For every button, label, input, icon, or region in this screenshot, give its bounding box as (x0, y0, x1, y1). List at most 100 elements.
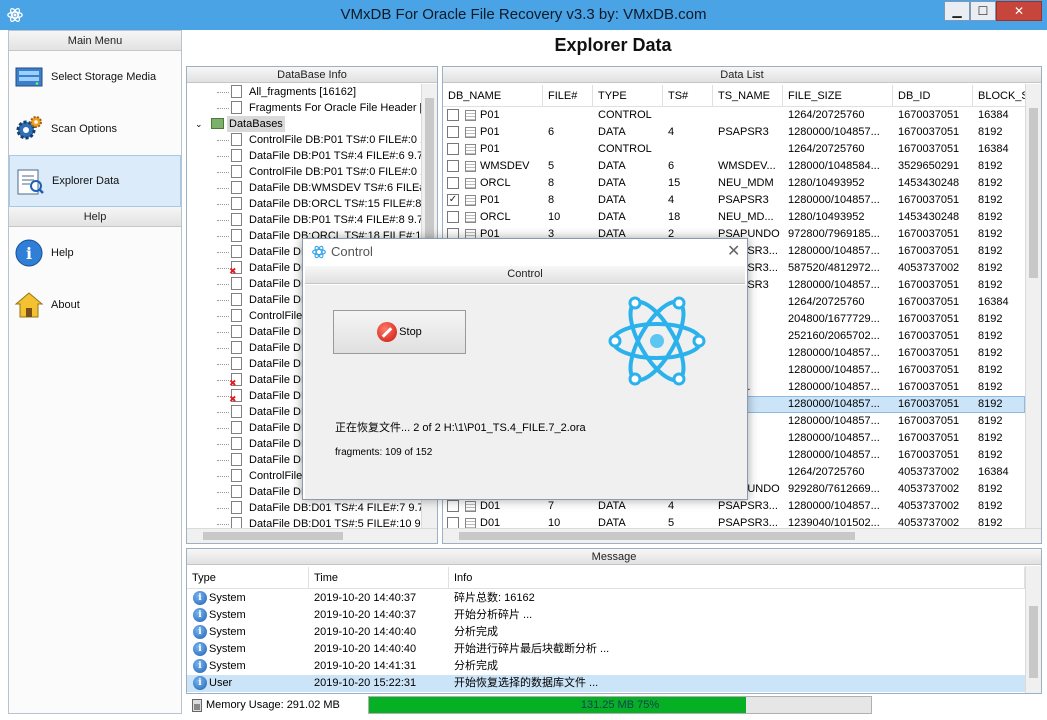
table-cell: P01 (480, 194, 500, 206)
tree-expand-icon[interactable]: ⌄ (195, 116, 203, 132)
file-icon (231, 229, 242, 242)
tree-node-label: Fragments For Oracle File Header [5 (249, 102, 421, 114)
title-bar[interactable]: VMxDB For Oracle File Recovery v3.3 by: … (0, 0, 1047, 30)
row-checkbox[interactable] (447, 211, 459, 223)
tree-node-label: DataFile DB (249, 278, 309, 290)
database-info-header: DataBase Info (187, 67, 437, 83)
column-header[interactable]: DB_NAME (443, 85, 543, 107)
nav-help[interactable]: i Help (9, 227, 181, 279)
table-cell: 1280/10493952 (788, 211, 865, 223)
message-row[interactable]: i System 2019-10-20 14:40:37 碎片总数: 16162 (187, 590, 1025, 607)
tree-node[interactable]: DataFile DB:P01 TS#:4 FILE#:6 9.7 (187, 148, 421, 164)
message-row[interactable]: i User 2019-10-20 15:22:31 开始恢复选择的数据库文件 ... (187, 675, 1025, 692)
nav-about[interactable]: About (9, 279, 181, 331)
message-row[interactable]: i System 2019-10-20 14:41:31 分析完成 (187, 658, 1025, 675)
message-col-type[interactable]: Type (187, 567, 309, 589)
table-cell: 16384 (978, 143, 1009, 155)
file-icon (231, 165, 242, 178)
nav-help-label: Help (51, 247, 74, 259)
info-icon: i (193, 591, 207, 605)
message-time: 2019-10-20 14:40:40 (314, 643, 417, 655)
tree-node-label: DataFile DB (249, 358, 309, 370)
info-icon: i (15, 239, 43, 267)
message-type: System (209, 660, 246, 672)
nav-explorer-data[interactable]: Explorer Data (9, 155, 181, 207)
database-icon (211, 118, 224, 129)
row-checkbox[interactable] (447, 177, 459, 189)
message-panel: Message Type Time Info i System 2019-10-20… (186, 548, 1042, 694)
message-info: 开始分析碎片 ... (454, 609, 533, 621)
message-info: 分析完成 (454, 626, 498, 638)
table-cell: 8 (548, 194, 555, 206)
message-row[interactable]: i System 2019-10-20 14:40:37 开始分析碎片 ... (187, 607, 1025, 624)
message-type: System (209, 609, 246, 621)
table-cell (718, 107, 782, 124)
row-checkbox[interactable] (447, 126, 459, 138)
table-cell (548, 141, 592, 158)
tree-node-label: DataFile DB (249, 374, 309, 386)
row-checkbox[interactable]: ✓ (447, 194, 459, 206)
tree-vertical-scroll-thumb[interactable] (425, 98, 434, 238)
row-checkbox[interactable] (447, 143, 459, 155)
column-header[interactable]: BLOCK_SI (973, 85, 1033, 107)
tree-node[interactable]: DataFile DB:WMSDEV TS#:6 FILE#: (187, 180, 421, 196)
tree-node[interactable]: DataFile DB:P01 TS#:4 FILE#:8 9.7 (187, 212, 421, 228)
table-cell: D01 (480, 500, 501, 512)
table-cell: NEU_MD... (718, 211, 774, 223)
control-dialog[interactable]: Control ✕ Control Stop 正在恢复文件... 2 of 2 … (302, 238, 748, 500)
datalist-vertical-scrollbar[interactable] (1025, 84, 1041, 528)
tree-node[interactable]: DataFile DB:D01 TS#:4 FILE#:7 9.7 (187, 500, 421, 516)
tree-horizontal-scrollbar[interactable] (187, 528, 437, 543)
tree-connector (217, 476, 229, 477)
tree-node[interactable]: ControlFile DB:P01 TS#:0 FILE#:0 1 (187, 132, 421, 148)
storage-media-icon (15, 67, 43, 87)
file-icon (231, 181, 242, 194)
table-cell: 1280000/104857... (788, 500, 880, 512)
message-vertical-scroll-thumb[interactable] (1029, 606, 1038, 678)
tree-connector (217, 252, 229, 253)
tree-node[interactable]: All_fragments [16162] (187, 84, 421, 100)
datalist-horizontal-scrollbar[interactable] (443, 528, 1041, 543)
file-icon (231, 501, 242, 514)
tree-node[interactable]: Fragments For Oracle File Header [5 (187, 100, 421, 116)
column-header[interactable]: TS# (663, 85, 713, 107)
table-cell: P01 (480, 143, 500, 155)
datalist-horizontal-scroll-thumb[interactable] (459, 532, 855, 540)
nav-select-storage-media[interactable]: Select Storage Media (9, 51, 181, 103)
tree-node-label: DataFile DB (249, 422, 309, 434)
datalist-vertical-scroll-thumb[interactable] (1029, 108, 1038, 278)
row-checkbox[interactable] (447, 500, 459, 512)
tree-node[interactable]: DataFile DB:ORCL TS#:15 FILE#:8 (187, 196, 421, 212)
column-header[interactable]: DB_ID (893, 85, 973, 107)
page-title: Explorer Data (554, 35, 672, 55)
message-row[interactable]: i System 2019-10-20 14:40:40 分析完成 (187, 624, 1025, 641)
table-cell: 1670037051 (898, 194, 960, 206)
tree-node-label: DataFile DB (249, 486, 309, 498)
column-header[interactable]: TS_NAME (713, 85, 783, 107)
message-info: 碎片总数: 16162 (454, 592, 535, 604)
maximize-button[interactable]: ☐ (970, 1, 996, 21)
row-checkbox[interactable] (447, 109, 459, 121)
table-cell: 1670037051 (898, 109, 960, 121)
column-header[interactable]: FILE_SIZE (783, 85, 893, 107)
tree-node[interactable]: ⌄ DataBases (187, 116, 421, 132)
row-checkbox[interactable] (447, 160, 459, 172)
message-col-time[interactable]: Time (309, 567, 449, 589)
stop-button[interactable]: Stop (333, 310, 466, 354)
close-button[interactable]: ✕ (996, 1, 1042, 21)
tree-connector (217, 204, 229, 205)
column-header[interactable]: TYPE (593, 85, 663, 107)
file-icon (231, 437, 242, 450)
table-cell: 1280000/104857... (788, 449, 880, 461)
message-row[interactable]: i System 2019-10-20 14:40:40 开始进行碎片最后块截断分析 … (187, 641, 1025, 658)
message-vertical-scrollbar[interactable] (1025, 566, 1041, 693)
dialog-close-button[interactable]: ✕ (727, 241, 740, 261)
tree-horizontal-scroll-thumb[interactable] (203, 532, 343, 540)
table-icon (465, 195, 476, 206)
minimize-button[interactable]: ▁ (944, 1, 970, 21)
nav-scan-options[interactable]: Scan Options (9, 103, 181, 155)
tree-node[interactable]: ControlFile DB:P01 TS#:0 FILE#:0 1 (187, 164, 421, 180)
file-icon (231, 293, 242, 306)
message-col-info[interactable]: Info (449, 567, 1025, 589)
column-header[interactable]: FILE# (543, 85, 593, 107)
